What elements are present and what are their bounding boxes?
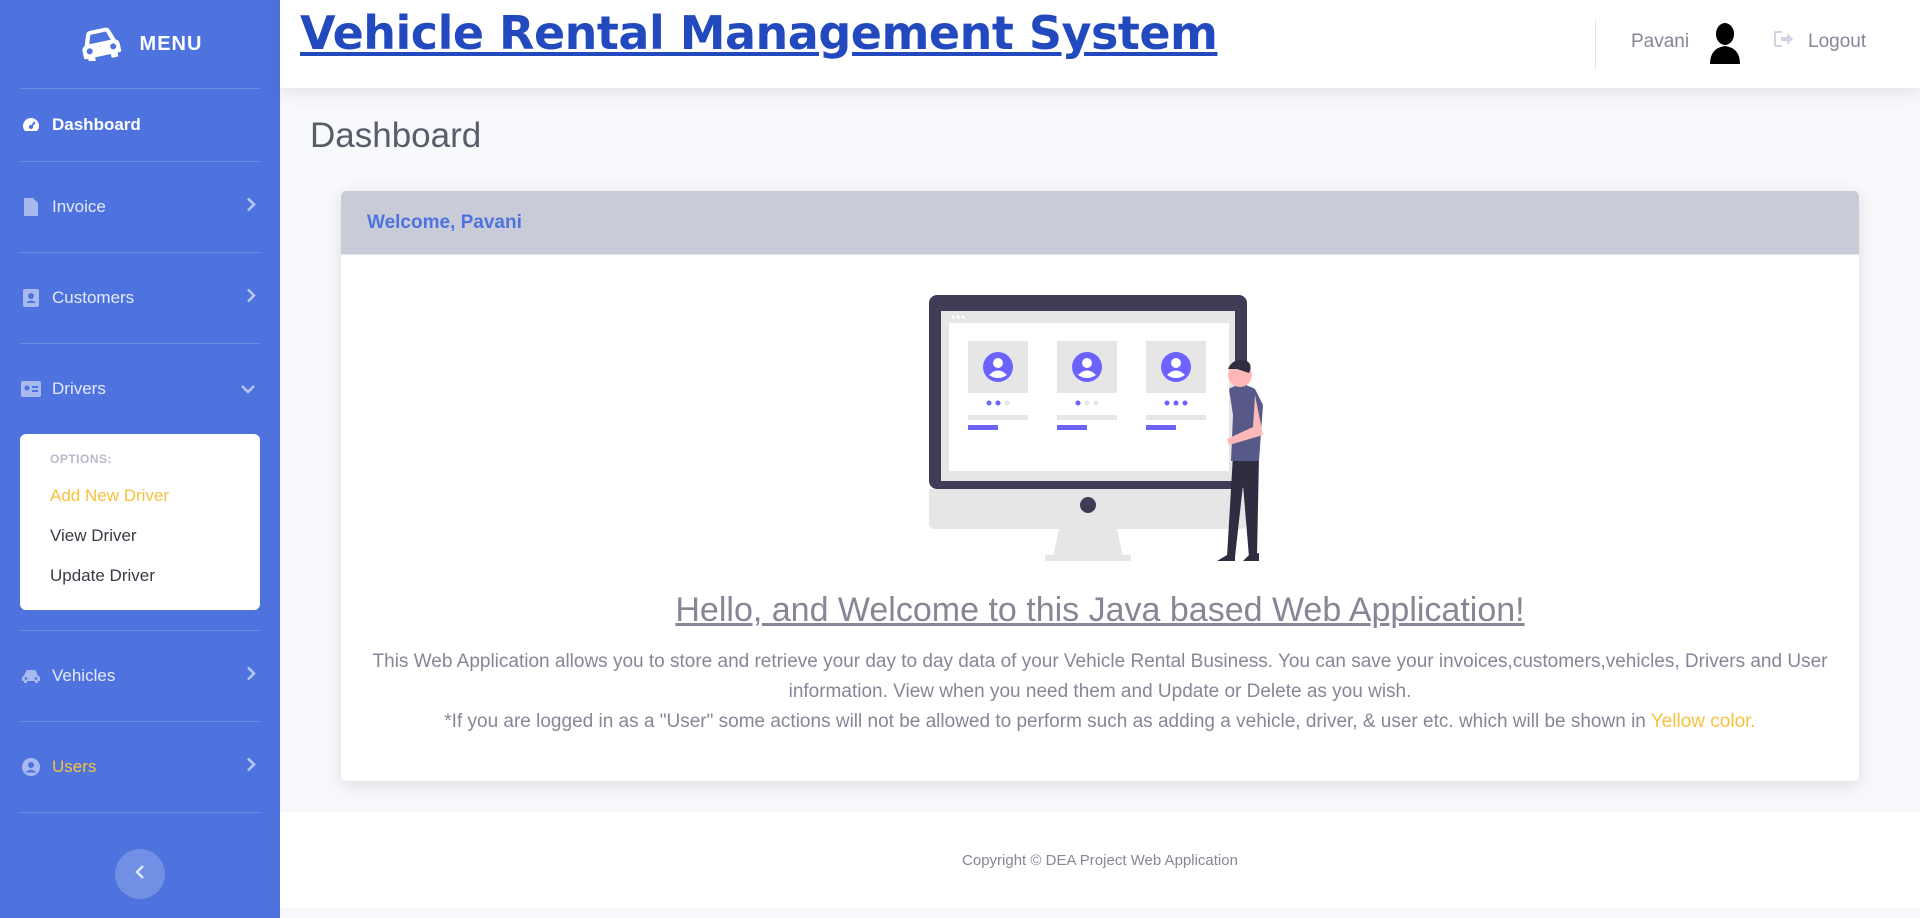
welcome-card: Welcome, Pavani Hello, and Welcome to th… [341, 191, 1859, 781]
sidebar-item-label: Dashboard [52, 115, 141, 134]
copyright-text: Copyright © DEA Project Web Application [962, 851, 1238, 869]
sidebar-item-invoice[interactable]: Invoice [0, 162, 280, 252]
chevron-right-icon [246, 666, 256, 687]
drivers-submenu: OPTIONS: Add New Driver View Driver Upda… [20, 434, 260, 610]
footer: Copyright © DEA Project Web Application [280, 812, 1920, 908]
sign-out-icon [1774, 31, 1794, 53]
submenu-item-update-driver[interactable]: Update Driver [20, 556, 260, 596]
sidebar-toggle-button[interactable] [115, 849, 165, 899]
description-line-2-text: *If you are logged in as a "User" some a… [444, 711, 1646, 732]
user-name[interactable]: Pavani [1631, 31, 1689, 53]
dashboard-illustration [929, 295, 1269, 570]
topbar-divider [1595, 20, 1596, 70]
tachometer-icon [20, 114, 42, 136]
user-circle-icon [20, 756, 42, 778]
page-title: Dashboard [310, 116, 482, 155]
app-title-link[interactable]: Vehicle Rental Management System [300, 6, 1218, 60]
car-icon [20, 665, 42, 687]
sidebar-item-drivers[interactable]: Drivers [0, 344, 280, 434]
submenu-item-add-new-driver[interactable]: Add New Driver [20, 476, 260, 516]
card-header: Welcome, Pavani [341, 191, 1859, 255]
sidebar-item-label: Invoice [52, 197, 106, 216]
sidebar: MENU Dashboard Invoice Customers Drivers… [0, 0, 280, 918]
chevron-right-icon [246, 288, 256, 309]
sidebar-divider [20, 812, 260, 813]
description-line-2: *If you are logged in as a "User" some a… [371, 707, 1829, 737]
sidebar-item-dashboard[interactable]: Dashboard [0, 89, 280, 161]
submenu-header: OPTIONS: [50, 452, 113, 466]
sidebar-item-vehicles[interactable]: Vehicles [0, 631, 280, 721]
sidebar-item-label: Drivers [52, 379, 106, 398]
chevron-down-icon [240, 379, 256, 399]
address-book-icon [20, 287, 42, 309]
logout-label: Logout [1808, 31, 1867, 52]
sidebar-item-label: Customers [52, 288, 135, 307]
car-icon [78, 23, 122, 66]
sidebar-brand[interactable]: MENU [0, 0, 280, 88]
description-line-1: This Web Application allows you to store… [372, 651, 1828, 702]
logout-button[interactable]: Logout [1774, 31, 1866, 53]
chevron-right-icon [246, 757, 256, 778]
description: This Web Application allows you to store… [371, 647, 1829, 737]
chevron-left-icon [135, 864, 145, 885]
chevron-right-icon [246, 197, 256, 218]
avatar[interactable] [1708, 22, 1742, 69]
sidebar-item-label: Vehicles [52, 666, 116, 685]
yellow-color-note: Yellow color. [1650, 711, 1756, 732]
brand-label: MENU [139, 32, 203, 55]
sidebar-item-customers[interactable]: Customers [0, 253, 280, 343]
topbar: Vehicle Rental Management System Pavani … [280, 0, 1920, 88]
sidebar-item-label: Users [52, 757, 97, 776]
submenu-item-view-driver[interactable]: View Driver [20, 516, 260, 556]
hello-heading: Hello, and Welcome to this Java based We… [675, 591, 1525, 629]
file-icon [20, 196, 42, 218]
sidebar-item-users[interactable]: Users [0, 722, 280, 812]
id-card-icon [20, 378, 42, 400]
